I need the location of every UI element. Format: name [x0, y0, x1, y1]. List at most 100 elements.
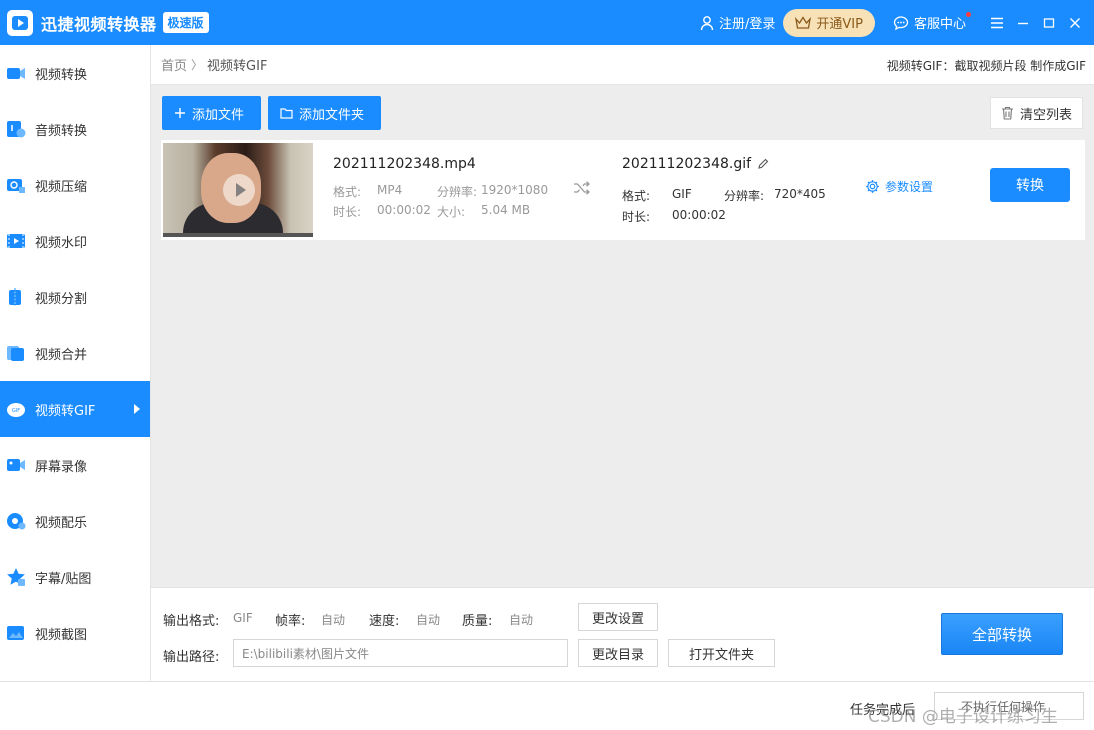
- output-path-label: 输出路径:: [163, 650, 220, 665]
- frame-rate-label: 帧率:: [275, 614, 306, 629]
- sidebar-item-video-compress[interactable]: 视频压缩: [0, 157, 150, 213]
- sidebar-item-label: 视频合并: [35, 347, 88, 363]
- toolbar: 添加文件 添加文件夹 清空列表: [151, 86, 1094, 136]
- audio-convert-icon: [7, 121, 26, 138]
- title-bar: 迅捷视频转换器 极速版 注册/登录 开通VIP 客服中心: [0, 0, 1094, 45]
- source-duration-label: 时长:: [333, 205, 362, 219]
- quality-value: 自动: [509, 613, 534, 627]
- change-directory-button[interactable]: 更改目录: [578, 639, 658, 667]
- output-format-setting-label: 输出格式:: [163, 614, 220, 629]
- menu-button[interactable]: [984, 0, 1010, 45]
- source-resolution-label: 分辨率:: [437, 185, 478, 199]
- output-settings-panel: 输出格式: GIF 帧率: 自动 速度: 自动 质量: 自动 更改设置 输出路径…: [151, 587, 1094, 681]
- breadcrumb-current: 视频转GIF: [207, 59, 268, 74]
- clear-list-button[interactable]: 清空列表: [989, 97, 1083, 129]
- video-screenshot-icon: [7, 626, 24, 640]
- sidebar-item-video-screenshot[interactable]: 视频截图: [0, 605, 150, 661]
- shuffle-icon: [574, 181, 590, 195]
- edit-pencil-icon[interactable]: [757, 158, 769, 170]
- output-duration-label: 时长:: [622, 210, 651, 224]
- add-folder-button[interactable]: 添加文件夹: [268, 96, 381, 130]
- close-button[interactable]: [1062, 0, 1088, 45]
- source-size-label: 大小:: [437, 205, 466, 219]
- param-settings-link[interactable]: 参数设置: [865, 178, 933, 195]
- add-file-button[interactable]: 添加文件: [162, 96, 261, 130]
- main-panel: 首页 〉 视频转GIF 视频转GIF：截取视频片段 制作成GIF 添加文件 添加…: [151, 45, 1094, 681]
- source-size-value: 5.04 MB: [481, 203, 531, 217]
- sidebar-item-video-watermark[interactable]: 视频水印: [0, 213, 150, 269]
- sidebar-item-subtitle-sticker[interactable]: 字幕/贴图: [0, 549, 150, 605]
- sidebar-item-video-merge[interactable]: 视频合并: [0, 325, 150, 381]
- output-filename: 202111202348.gif: [622, 156, 752, 172]
- close-icon: [1070, 17, 1080, 28]
- video-thumbnail[interactable]: [163, 143, 313, 237]
- user-icon: [700, 15, 714, 30]
- sidebar-item-label: 屏幕录像: [35, 459, 88, 475]
- video-split-icon: [9, 288, 21, 306]
- output-path-field[interactable]: E:\bilibili素材\图片文件: [233, 639, 568, 667]
- customer-service-button[interactable]: 客服中心: [893, 12, 971, 32]
- login-label: 注册/登录: [719, 17, 776, 32]
- add-folder-label: 添加文件夹: [299, 107, 365, 123]
- sidebar-item-label: 字幕/贴图: [35, 571, 92, 587]
- change-settings-button[interactable]: 更改设置: [578, 603, 658, 631]
- app-title: 迅捷视频转换器: [41, 14, 157, 34]
- maximize-button[interactable]: [1036, 0, 1062, 45]
- svg-text:GIF: GIF: [12, 408, 20, 414]
- login-button[interactable]: 注册/登录: [699, 13, 775, 32]
- sidebar-item-video-convert[interactable]: 视频转换: [0, 45, 150, 101]
- page-description: 视频转GIF：截取视频片段 制作成GIF: [886, 59, 1086, 73]
- video-compress-icon: [7, 179, 25, 193]
- clear-list-label: 清空列表: [1019, 107, 1072, 123]
- video-convert-icon: [7, 68, 25, 79]
- maximize-icon: [1043, 17, 1055, 28]
- convert-all-button[interactable]: 全部转换: [941, 613, 1063, 655]
- minimize-button[interactable]: [1010, 0, 1036, 45]
- sidebar-item-video-gif[interactable]: GIF 视频转GIF: [0, 381, 150, 437]
- output-duration-value: 00:00:02: [672, 208, 726, 222]
- speed-value: 自动: [416, 613, 441, 627]
- trash-icon: [1001, 106, 1013, 120]
- subtitle-sticker-icon: [7, 568, 25, 586]
- gear-icon: [866, 180, 879, 193]
- output-format-label: 格式:: [622, 189, 651, 203]
- sidebar-item-audio-convert[interactable]: 音频转换: [0, 101, 150, 157]
- vip-button[interactable]: 开通VIP: [783, 8, 875, 37]
- video-merge-icon: [7, 346, 24, 361]
- notification-dot: [966, 12, 971, 17]
- sidebar-item-label: 视频截图: [35, 627, 88, 643]
- sidebar-item-label: 视频转换: [35, 67, 88, 83]
- crown-icon: [795, 15, 812, 29]
- sidebar-item-label: 音频转换: [35, 123, 88, 139]
- play-icon[interactable]: [223, 174, 255, 206]
- sidebar-item-video-split[interactable]: 视频分割: [0, 269, 150, 325]
- status-bar: 任务完成后 不执行任何操作 CSDN @电子设计练习生: [0, 681, 1094, 730]
- breadcrumb: 首页 〉 视频转GIF 视频转GIF：截取视频片段 制作成GIF: [151, 45, 1094, 85]
- source-filename: 202111202348.mp4: [333, 156, 476, 172]
- output-filename-row: 202111202348.gif: [622, 156, 769, 172]
- watermark-text: CSDN @电子设计练习生: [868, 707, 1058, 727]
- video-gif-icon: GIF: [7, 403, 25, 417]
- video-watermark-icon: [7, 234, 25, 248]
- sidebar-item-label: 视频水印: [35, 235, 88, 251]
- file-list-item[interactable]: 202111202348.mp4 格式: MP4 分辨率: 1920*1080 …: [161, 140, 1085, 240]
- video-music-icon: [7, 513, 26, 530]
- param-settings-label: 参数设置: [885, 180, 934, 194]
- breadcrumb-home-link[interactable]: 首页: [161, 55, 187, 74]
- vip-label: 开通VIP: [816, 17, 863, 32]
- active-arrow-icon: [134, 404, 140, 414]
- open-folder-button[interactable]: 打开文件夹: [668, 639, 775, 667]
- sidebar-item-label: 视频转GIF: [35, 403, 96, 419]
- frame-rate-value: 自动: [321, 613, 346, 627]
- output-format-value: GIF: [672, 187, 692, 201]
- convert-button[interactable]: 转换: [990, 168, 1070, 202]
- app-logo-icon: [7, 9, 33, 36]
- sidebar-item-screen-record[interactable]: 屏幕录像: [0, 437, 150, 493]
- chat-icon: [893, 15, 909, 30]
- sidebar-item-video-music[interactable]: 视频配乐: [0, 493, 150, 549]
- service-label: 客服中心: [913, 17, 966, 32]
- speed-label: 速度:: [369, 614, 400, 629]
- sidebar-item-label: 视频分割: [35, 291, 88, 307]
- sidebar-item-label: 视频压缩: [35, 179, 88, 195]
- edition-badge: 极速版: [162, 12, 209, 33]
